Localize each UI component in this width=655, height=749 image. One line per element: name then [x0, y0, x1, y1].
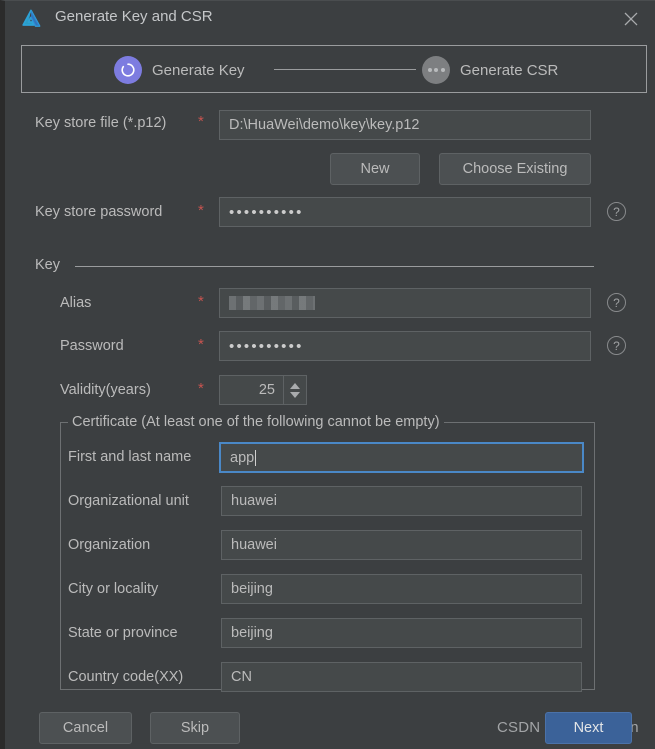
- country-code-label: Country code(XX): [68, 669, 184, 685]
- close-icon[interactable]: [619, 7, 643, 31]
- key-store-file-required-marker: *: [198, 113, 204, 130]
- key-password-masked-value: ••••••••••: [229, 337, 304, 355]
- stepper-step-label: Generate CSR: [460, 61, 559, 79]
- city-or-locality-label: City or locality: [68, 581, 159, 597]
- spinner-circle-icon: [114, 56, 142, 84]
- alias-required-marker: *: [198, 293, 204, 310]
- stepper-step-generate-csr[interactable]: Generate CSR: [422, 46, 558, 94]
- key-password-required-marker: *: [198, 336, 204, 353]
- organization-label: Organization: [68, 537, 151, 553]
- alias-redacted-value: [229, 296, 315, 310]
- key-store-password-masked-value: ••••••••••: [229, 203, 304, 221]
- key-group-title: Key: [35, 257, 60, 273]
- cancel-button[interactable]: Cancel: [39, 712, 132, 744]
- key-password-input[interactable]: ••••••••••: [219, 331, 591, 361]
- deveco-logo-icon: [19, 7, 43, 31]
- key-store-password-help-icon[interactable]: ?: [607, 202, 626, 221]
- choose-existing-button[interactable]: Choose Existing: [439, 153, 591, 185]
- organizational-unit-label: Organizational unit: [68, 493, 189, 509]
- validity-required-marker: *: [198, 380, 204, 397]
- page-title: Generate Key and CSR: [55, 8, 213, 25]
- key-group-divider: [75, 266, 594, 267]
- state-or-province-input[interactable]: beijing: [221, 618, 582, 648]
- stepper-step-generate-key[interactable]: Generate Key: [114, 46, 245, 94]
- generate-key-and-csr-dialog: Generate Key and CSR Generate Key Genera…: [0, 0, 655, 749]
- stepper-connector-line: [274, 69, 416, 70]
- key-store-password-required-marker: *: [198, 202, 204, 219]
- ellipsis-icon: [422, 56, 450, 84]
- first-and-last-name-input[interactable]: app: [219, 442, 584, 473]
- alias-help-icon[interactable]: ?: [607, 293, 626, 312]
- key-store-password-label: Key store password: [35, 204, 163, 220]
- validity-label: Validity(years): [60, 382, 151, 398]
- skip-button[interactable]: Skip: [150, 712, 240, 744]
- city-or-locality-input[interactable]: beijing: [221, 574, 582, 604]
- organizational-unit-input[interactable]: huawei: [221, 486, 582, 516]
- first-and-last-name-label: First and last name: [68, 449, 192, 465]
- key-store-file-input[interactable]: D:\HuaWei\demo\key\key.p12: [219, 110, 591, 140]
- new-button[interactable]: New: [330, 153, 420, 185]
- first-and-last-name-value: app: [230, 449, 255, 466]
- alias-input[interactable]: [219, 288, 591, 318]
- validity-value[interactable]: 25: [220, 376, 283, 404]
- key-store-password-input[interactable]: ••••••••••: [219, 197, 591, 227]
- country-code-input[interactable]: CN: [221, 662, 582, 692]
- alias-label: Alias: [60, 295, 92, 311]
- organization-input[interactable]: huawei: [221, 530, 582, 560]
- dialog-titlebar: Generate Key and CSR: [5, 1, 655, 37]
- key-password-help-icon[interactable]: ?: [607, 336, 626, 355]
- wizard-stepper: Generate Key Generate CSR: [21, 45, 647, 93]
- key-store-file-label: Key store file (*.p12): [35, 115, 167, 131]
- certificate-group-title: Certificate (At least one of the followi…: [68, 414, 444, 430]
- key-password-label: Password: [60, 338, 124, 354]
- stepper-step-label: Generate Key: [152, 61, 245, 79]
- state-or-province-label: State or province: [68, 625, 178, 641]
- validity-increment-icon[interactable]: [290, 382, 300, 389]
- next-button[interactable]: Next: [545, 712, 632, 744]
- validity-decrement-icon[interactable]: [290, 391, 300, 398]
- validity-stepper[interactable]: 25: [219, 375, 307, 405]
- validity-stepper-arrows: [283, 376, 306, 404]
